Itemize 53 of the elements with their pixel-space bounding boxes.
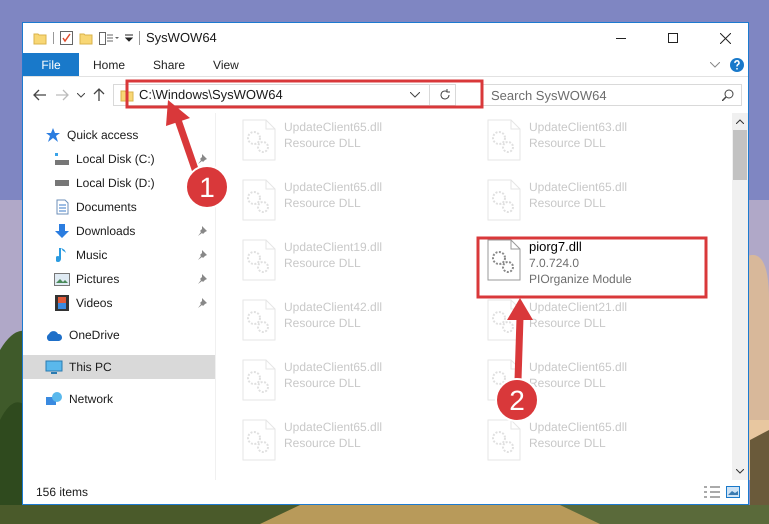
nav-item[interactable]: Documents [53,195,137,219]
picture-icon [54,272,70,286]
search-icon [722,89,734,101]
download-icon [54,223,70,239]
folder-icon [33,32,47,44]
nav-item[interactable]: Local Disk (D:) [53,171,155,195]
nav-item[interactable]: Music [53,243,108,267]
help-icon[interactable] [730,58,744,72]
refresh-icon[interactable] [439,89,451,101]
monitor-icon [45,360,63,374]
maximize-icon [668,33,678,43]
ribbon-tab[interactable]: View [199,53,253,76]
nav-item[interactable]: This PC [23,355,215,379]
address-bar[interactable]: C:\Windows\SysWOW64 [113,84,456,106]
recent-locations-icon[interactable] [77,92,85,98]
drive-icon [54,152,70,166]
ribbon-tab[interactable]: File [23,53,79,76]
details-view-icon[interactable] [704,486,720,498]
nav-item[interactable]: OneDrive [23,323,215,347]
close-icon [720,32,730,44]
scroll-thumb[interactable] [733,130,747,180]
large-icons-view-icon[interactable] [726,486,740,498]
music-icon [56,247,68,263]
customize-toolbar-icon[interactable] [125,34,133,42]
network-icon [45,391,63,407]
file-detail: 7.0.724.0 [529,255,580,271]
search-field[interactable]: Search SysWOW64 [482,84,742,106]
document-icon [56,199,68,215]
nav-item[interactable]: Pictures [53,267,120,291]
window-title: SysWOW64 [146,29,217,48]
scroll-down-icon[interactable] [736,469,744,474]
scroll-up-icon[interactable] [736,119,744,124]
nav-item[interactable]: Network [23,387,215,411]
view-icon[interactable] [99,32,119,44]
scrollbar[interactable] [732,113,748,480]
file-name[interactable]: piorg7.dll [529,239,632,255]
cloud-icon [45,330,63,340]
star-icon [45,127,61,143]
nav-item[interactable]: Videos [53,291,112,315]
drive-icon [54,180,70,186]
file-detail: PIOrganize Module [529,271,632,287]
properties-icon[interactable] [60,31,73,45]
back-icon[interactable] [33,89,47,101]
new-folder-icon [79,32,93,44]
dropdown-icon[interactable] [410,92,420,98]
ribbon-tab[interactable]: Share [139,53,200,76]
up-icon[interactable] [93,88,105,102]
expand-ribbon-icon[interactable] [710,62,720,68]
nav-item[interactable]: Downloads [53,219,136,243]
nav-item[interactable]: Local Disk (C:) [53,147,155,171]
item-count: 156 items [36,484,90,501]
ribbon-tab[interactable]: Home [79,53,140,76]
film-icon [55,295,69,311]
